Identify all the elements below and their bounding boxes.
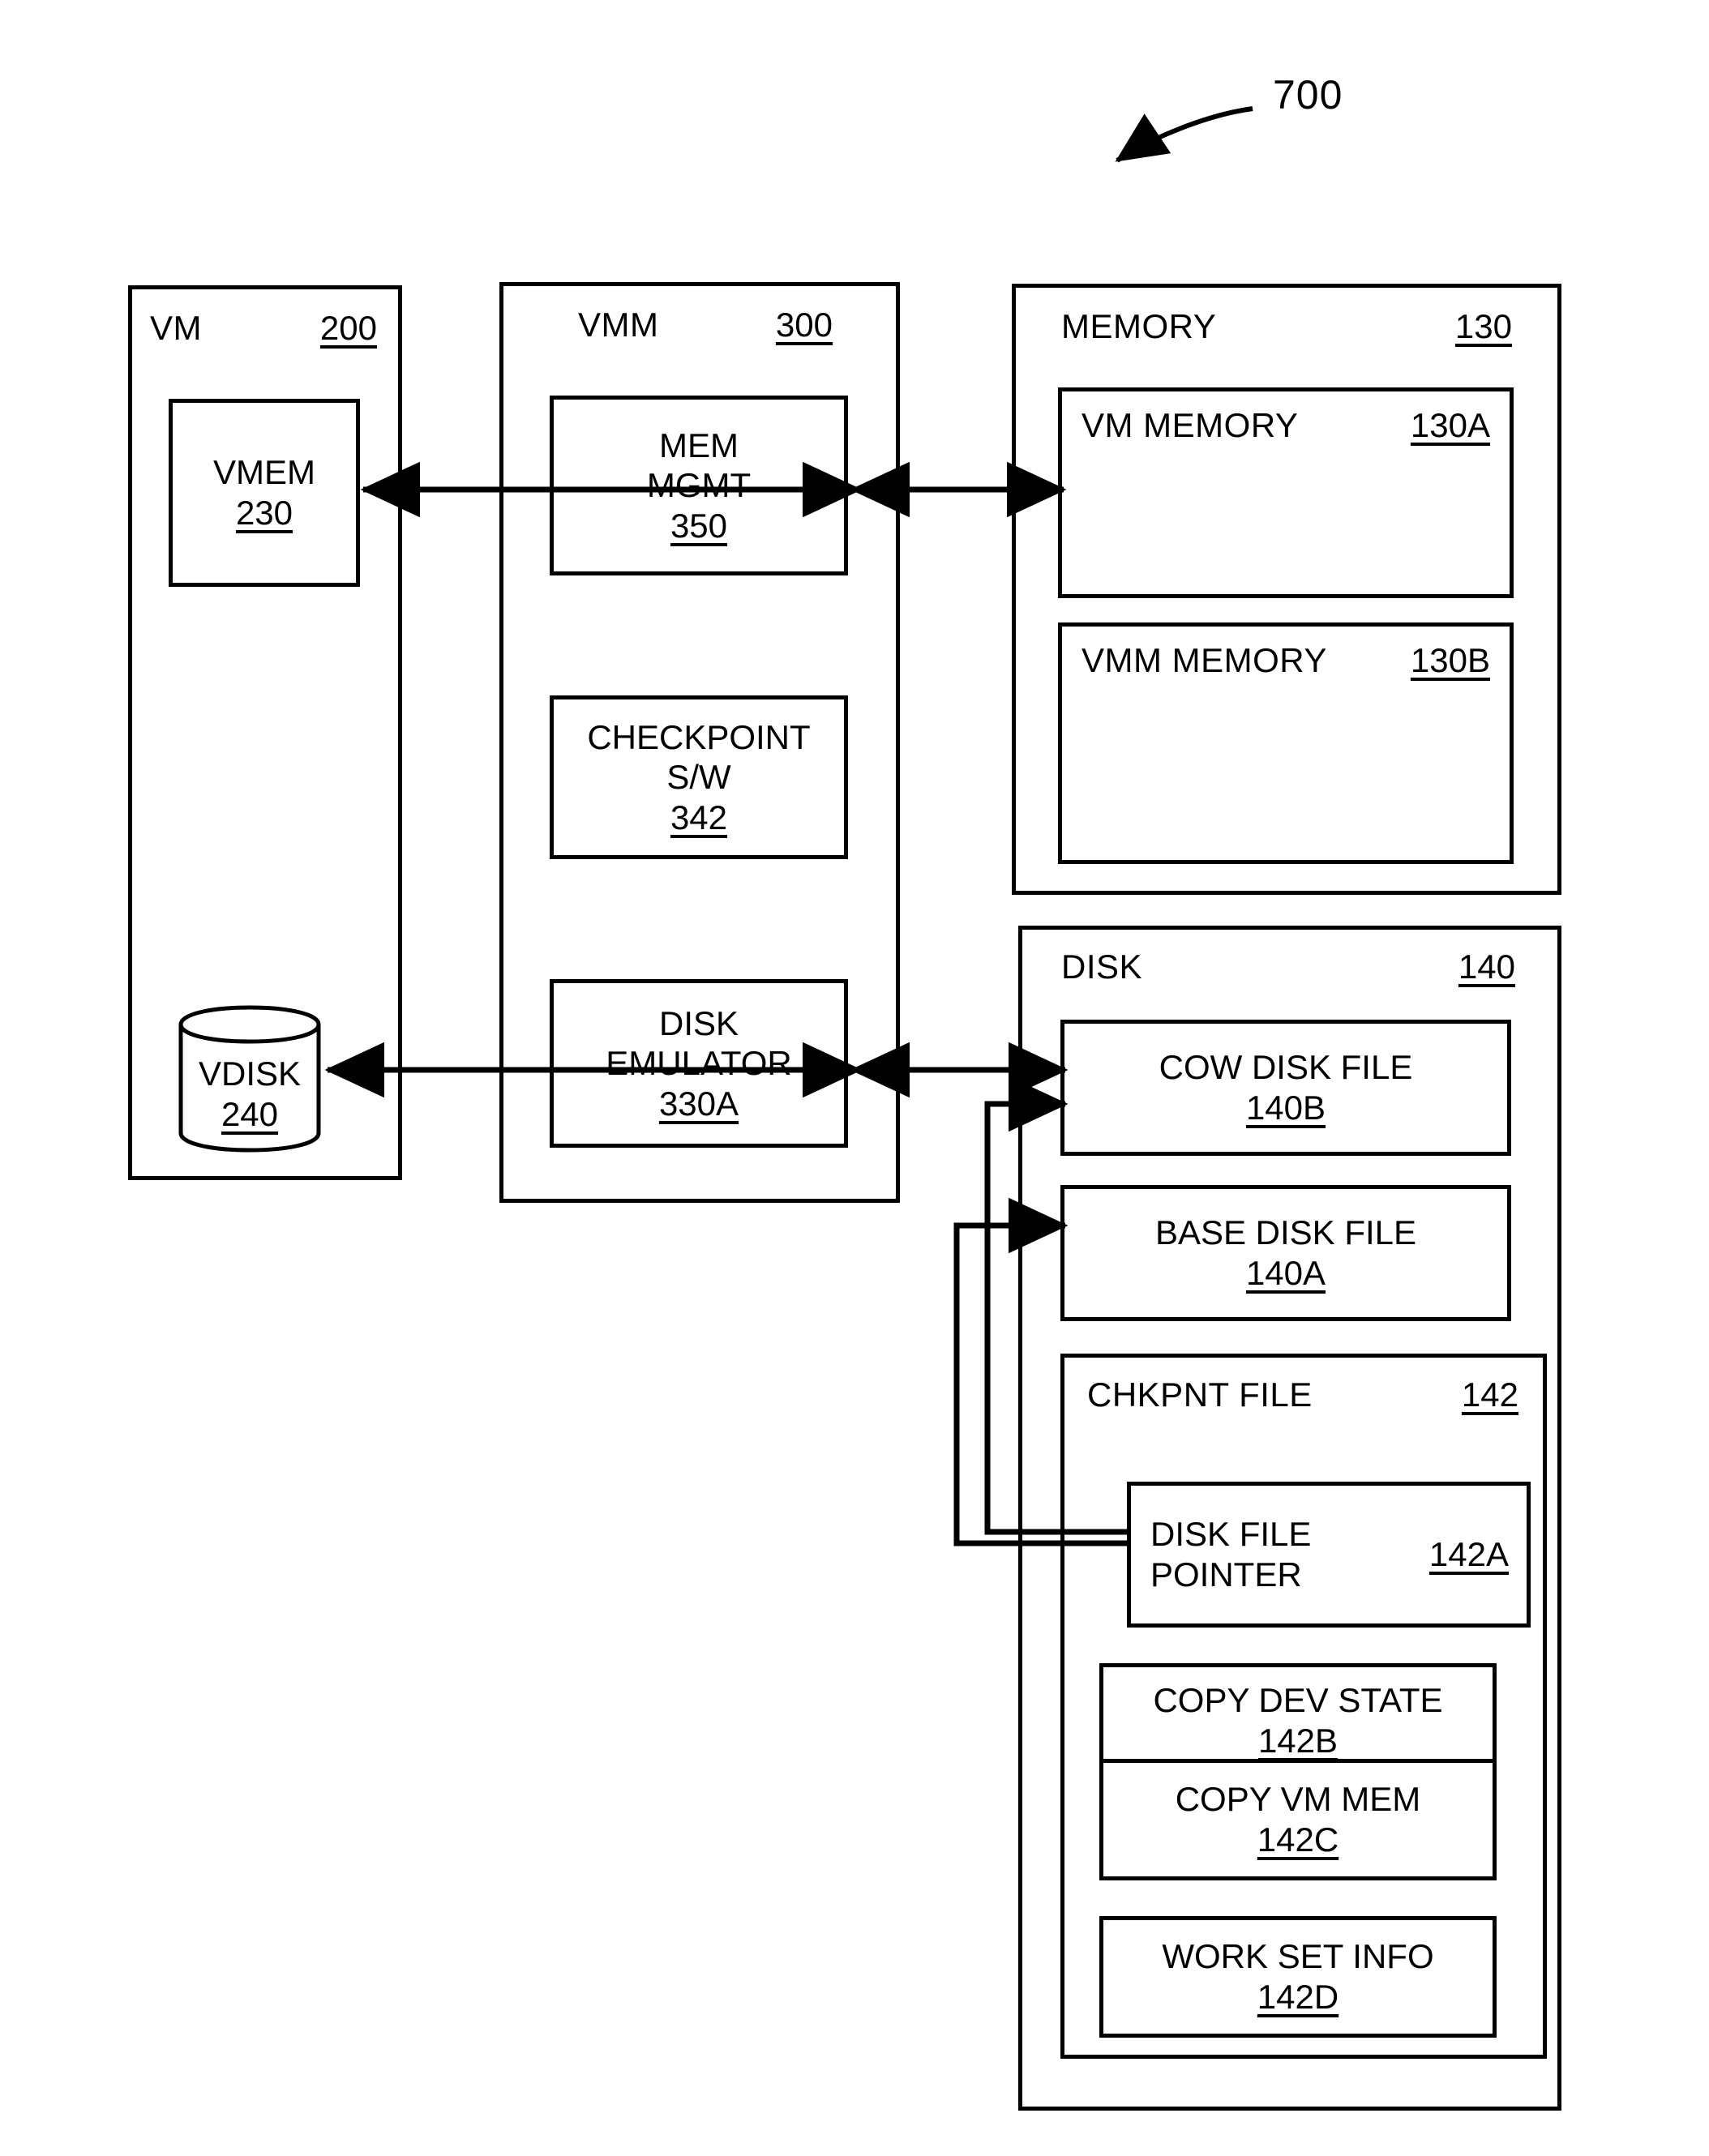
vmm-memory-header: VMM MEMORY 130B — [1082, 641, 1490, 680]
disk-label: DISK — [1061, 948, 1143, 986]
vdisk-label: VDISK — [198, 1054, 302, 1093]
chkpnt-file-ref: 142 — [1461, 1375, 1518, 1414]
checkpoint-sw-ref: 342 — [670, 798, 728, 836]
disk-emulator-box: DISK EMULATOR 330A — [550, 979, 848, 1148]
disk-file-pointer-ref: 142A — [1428, 1535, 1509, 1573]
memory-header: MEMORY 130 — [1061, 307, 1512, 346]
copy-vm-mem-box: COPY VM MEM 142C — [1099, 1759, 1497, 1880]
disk-emulator-label-line1: DISK — [658, 1003, 739, 1042]
chkpnt-file-label: CHKPNT FILE — [1087, 1375, 1313, 1414]
mem-mgmt-box: MEM MGMT 350 — [550, 396, 848, 575]
disk-ref: 140 — [1458, 948, 1515, 986]
vmm-memory-box: VMM MEMORY 130B — [1058, 622, 1514, 864]
vm-header: VM 200 — [150, 309, 377, 348]
copy-vm-mem-label: COPY VM MEM — [1175, 1780, 1421, 1819]
vm-memory-box: VM MEMORY 130A — [1058, 387, 1514, 598]
work-set-info-box: WORK SET INFO 142D — [1099, 1916, 1497, 2038]
disk-file-pointer-box: DISK FILE POINTER 142A — [1127, 1482, 1531, 1628]
vmem-box: VMEM 230 — [169, 399, 360, 587]
base-disk-file-ref: 140A — [1245, 1254, 1326, 1292]
mem-mgmt-ref: 350 — [670, 506, 728, 545]
checkpoint-sw-box: CHECKPOINT S/W 342 — [550, 695, 848, 859]
vdisk-cylinder: VDISK 240 — [177, 1003, 323, 1154]
vm-memory-header: VM MEMORY 130A — [1082, 406, 1490, 445]
disk-header: DISK 140 — [1061, 948, 1515, 986]
vmm-memory-label: VMM MEMORY — [1082, 641, 1327, 679]
memory-ref: 130 — [1454, 307, 1512, 345]
copy-vm-mem-ref: 142C — [1257, 1820, 1339, 1859]
cow-disk-file-label: COW DISK FILE — [1159, 1048, 1413, 1087]
cow-disk-file-ref: 140B — [1245, 1089, 1326, 1127]
vm-label: VM — [150, 309, 202, 347]
figure-callout-arrow — [1115, 106, 1253, 163]
mem-mgmt-label-line1: MEM — [659, 426, 739, 464]
checkpoint-sw-label-line1: CHECKPOINT — [587, 717, 811, 756]
patent-figure-700: 700 VM 200 VMEM 230 VDISK 240 VMM 300 ME… — [0, 0, 1709, 2156]
checkpoint-sw-label-line2: S/W — [666, 758, 731, 797]
vdisk-ref: 240 — [221, 1095, 279, 1134]
mem-mgmt-label-line2: MGMT — [646, 466, 752, 505]
base-disk-file-box: BASE DISK FILE 140A — [1060, 1185, 1511, 1321]
disk-emulator-ref: 330A — [658, 1084, 739, 1123]
vmem-label: VMEM — [213, 453, 315, 492]
memory-label: MEMORY — [1061, 307, 1217, 345]
work-set-info-ref: 142D — [1257, 1978, 1339, 2016]
work-set-info-label: WORK SET INFO — [1162, 1937, 1434, 1976]
vmem-ref: 230 — [235, 494, 293, 532]
chkpnt-file-header: CHKPNT FILE 142 — [1087, 1375, 1518, 1414]
figure-number-label: 700 — [1273, 72, 1343, 118]
vm-memory-ref: 130A — [1410, 406, 1490, 444]
disk-file-pointer-label: DISK FILE POINTER — [1150, 1515, 1312, 1593]
vmm-header: VMM 300 — [578, 306, 833, 344]
vmm-memory-ref: 130B — [1410, 641, 1490, 679]
vmm-ref: 300 — [775, 306, 833, 344]
vdisk-text: VDISK 240 — [177, 1054, 323, 1136]
vm-ref: 200 — [319, 309, 377, 347]
disk-emulator-label-line2: EMULATOR — [606, 1044, 792, 1083]
vmm-label: VMM — [578, 306, 659, 344]
copy-dev-state-label: COPY DEV STATE — [1153, 1681, 1443, 1720]
copy-dev-state-ref: 142B — [1257, 1722, 1339, 1760]
vm-memory-label: VM MEMORY — [1082, 406, 1299, 444]
cow-disk-file-box: COW DISK FILE 140B — [1060, 1020, 1511, 1156]
base-disk-file-label: BASE DISK FILE — [1154, 1213, 1417, 1252]
